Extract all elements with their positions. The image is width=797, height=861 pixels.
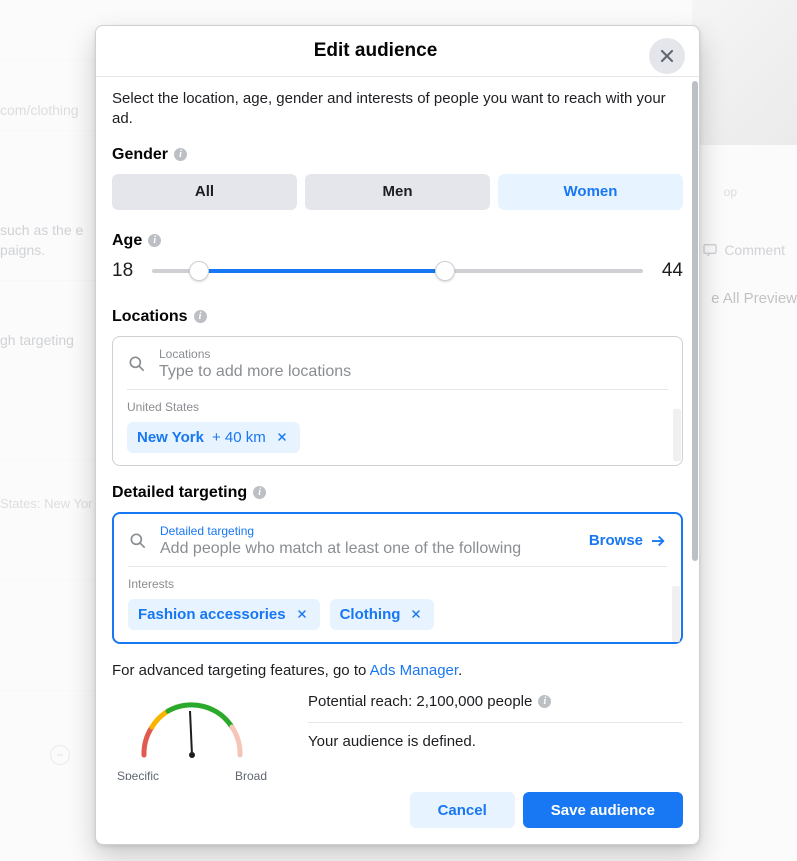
reach-section: Specific Broad Potential reach: 2,100,00… bbox=[112, 683, 683, 781]
interest-chip[interactable]: Fashion accessories bbox=[128, 599, 320, 630]
info-icon[interactable]: i bbox=[174, 148, 187, 161]
interest-chips: Fashion accessories Clothing bbox=[128, 599, 667, 630]
audience-defined-text: Your audience is defined. bbox=[308, 733, 683, 750]
gauge-broad-label: Broad bbox=[235, 769, 267, 781]
targeting-search-row: Detailed targeting Browse bbox=[128, 524, 667, 567]
search-icon bbox=[127, 354, 147, 374]
location-chips: New York+ 40 km bbox=[127, 422, 668, 453]
intro-text: Select the location, age, gender and int… bbox=[112, 89, 683, 130]
edit-audience-modal: Edit audience Select the location, age, … bbox=[95, 25, 700, 845]
modal-footer: Cancel Save audience bbox=[96, 780, 699, 844]
locations-search-input[interactable] bbox=[159, 363, 668, 381]
gender-segmented-control: AllMenWomen bbox=[112, 174, 683, 210]
age-range-row: 18 44 bbox=[112, 260, 683, 282]
gauge-specific-label: Specific bbox=[117, 769, 159, 781]
remove-chip-icon[interactable] bbox=[408, 606, 424, 622]
gender-option-men[interactable]: Men bbox=[305, 174, 490, 210]
modal-title: Edit audience bbox=[112, 40, 639, 62]
targeting-search-input[interactable] bbox=[160, 540, 577, 558]
targeting-label: Detailed targeting i bbox=[112, 484, 683, 502]
gauge-labels: Specific Broad bbox=[117, 769, 267, 781]
slider-thumb-min[interactable] bbox=[189, 261, 209, 281]
remove-chip-icon[interactable] bbox=[274, 429, 290, 445]
age-min-value: 18 bbox=[112, 260, 136, 282]
location-chip[interactable]: New York+ 40 km bbox=[127, 422, 300, 453]
gender-option-all[interactable]: All bbox=[112, 174, 297, 210]
browse-button[interactable]: Browse bbox=[589, 532, 667, 550]
gauge-block: Specific Broad bbox=[112, 693, 272, 781]
interest-chip[interactable]: Clothing bbox=[330, 599, 435, 630]
locations-label: Locations i bbox=[112, 308, 683, 326]
arrow-right-icon bbox=[649, 532, 667, 550]
locations-group-label: United States bbox=[127, 400, 668, 414]
targeting-scrollbar[interactable] bbox=[672, 586, 680, 642]
targeting-box: Detailed targeting Browse Interests Fash… bbox=[112, 512, 683, 644]
info-icon[interactable]: i bbox=[148, 234, 161, 247]
info-icon[interactable]: i bbox=[253, 486, 266, 499]
scrollbar[interactable] bbox=[692, 81, 698, 561]
locations-box: Locations United States New York+ 40 km bbox=[112, 336, 683, 466]
save-audience-button[interactable]: Save audience bbox=[523, 792, 683, 828]
targeting-group-label: Interests bbox=[128, 577, 667, 591]
modal-header: Edit audience bbox=[96, 26, 699, 77]
locations-search-row: Locations bbox=[127, 347, 668, 390]
ads-manager-link[interactable]: Ads Manager bbox=[370, 662, 458, 679]
search-icon bbox=[128, 531, 148, 551]
modal-body: Select the location, age, gender and int… bbox=[96, 77, 699, 780]
age-slider[interactable] bbox=[152, 261, 643, 281]
close-button[interactable] bbox=[649, 38, 685, 74]
close-icon bbox=[657, 46, 677, 66]
remove-chip-icon[interactable] bbox=[294, 606, 310, 622]
audience-gauge bbox=[132, 693, 252, 763]
slider-thumb-max[interactable] bbox=[435, 261, 455, 281]
age-label: Age i bbox=[112, 232, 683, 250]
locations-search-label: Locations bbox=[159, 347, 668, 361]
info-icon[interactable]: i bbox=[538, 695, 551, 708]
advanced-targeting-line: For advanced targeting features, go to A… bbox=[112, 662, 683, 679]
info-icon[interactable]: i bbox=[194, 310, 207, 323]
potential-reach: Potential reach: 2,100,000 people i bbox=[308, 693, 683, 723]
gender-option-women[interactable]: Women bbox=[498, 174, 683, 210]
slider-fill bbox=[199, 269, 445, 273]
cancel-button[interactable]: Cancel bbox=[410, 792, 515, 828]
age-max-value: 44 bbox=[659, 260, 683, 282]
gender-label: Gender i bbox=[112, 146, 683, 164]
locations-scrollbar[interactable] bbox=[673, 409, 681, 461]
targeting-search-label: Detailed targeting bbox=[160, 524, 577, 538]
